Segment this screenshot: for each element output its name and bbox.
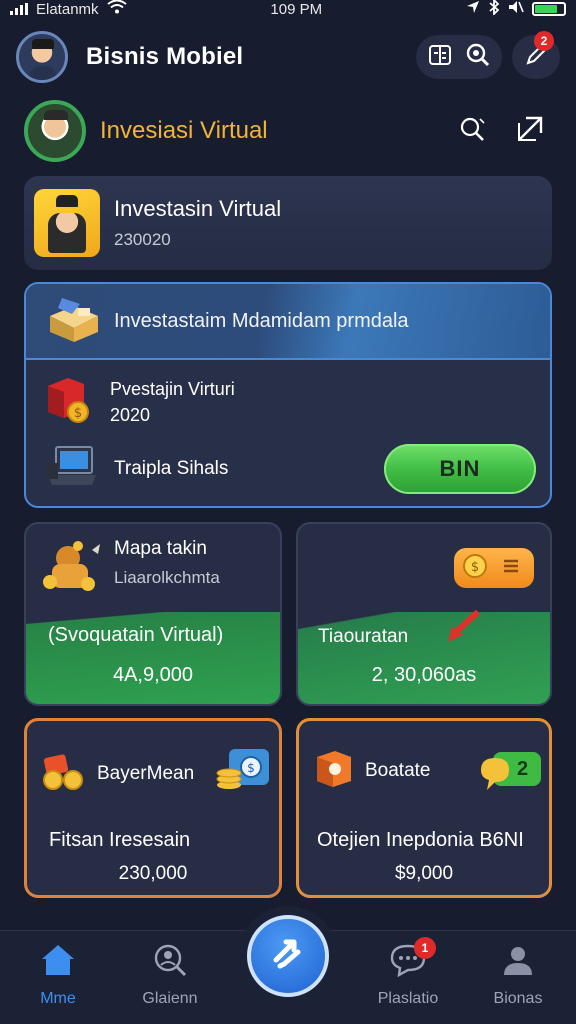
tile-payer[interactable]: BayerMean $ Fitsan Iresesain 230,000	[24, 718, 282, 898]
nav-badge: 1	[414, 937, 436, 959]
section-header: Invesiasi Virtual	[24, 98, 552, 164]
chat-badge-icon: 2	[479, 750, 543, 792]
menu-lines-icon	[498, 558, 520, 579]
nav-profile[interactable]: Bionas	[468, 943, 568, 1008]
arrow-up-right-icon[interactable]	[516, 115, 544, 148]
row-year: 2020	[110, 404, 151, 425]
briefcase-icon	[44, 294, 102, 349]
wifi-icon	[106, 0, 127, 18]
header-actions: 2	[416, 31, 560, 79]
tile-value: 4А,9,000	[112, 664, 194, 686]
coins-stack-icon	[41, 750, 87, 797]
tile-label: Tiaouratan	[318, 626, 409, 647]
svg-text:$: $	[74, 406, 82, 421]
app-title: Bisnis Mobiel	[86, 43, 244, 70]
investor-thumbnail	[34, 189, 100, 257]
tile-subtitle: Liaarolkchmta	[114, 568, 220, 587]
avatar[interactable]	[16, 31, 68, 83]
search-icon[interactable]	[458, 115, 486, 148]
signals-row: Traipla Sihals BIN	[26, 443, 550, 494]
tile-label: (Svoquatain Virtual)	[48, 624, 224, 646]
tile-portfolio[interactable]: Mapa takin Liaarolkchmta (Svoquatain Vir…	[24, 522, 282, 706]
tile-value: $9,000	[394, 863, 454, 884]
section-title: Invesiasi Virtual	[100, 117, 268, 144]
app-header: Bisnis Mobiel 2	[16, 28, 560, 86]
search-button[interactable]	[454, 35, 502, 79]
coin-icon: $	[462, 553, 488, 584]
red-arrow-icon	[444, 609, 481, 649]
row-label: Traipla Sihals	[114, 457, 229, 479]
coin-card-icon: $	[215, 747, 271, 800]
edit-button[interactable]: 2	[512, 31, 560, 79]
nav-home[interactable]: Mme	[8, 943, 108, 1008]
nav-label: Mme	[40, 990, 76, 1007]
calculator-icon	[428, 44, 452, 71]
tile-title: Mapa takin	[114, 538, 207, 559]
search-icon	[465, 42, 491, 73]
coin-toggle[interactable]: $	[454, 548, 534, 588]
row-title: Pvestajin Virturi	[110, 378, 235, 399]
clock: 109 PM	[270, 0, 323, 18]
tile-label: Otejien Inepdonia B6NI	[317, 829, 524, 851]
swap-arrows-icon	[268, 934, 308, 979]
location-icon	[466, 0, 480, 18]
money-bag-icon	[38, 538, 104, 597]
tile-title: Boatate	[365, 759, 431, 781]
tile-value: 230,000	[118, 863, 188, 884]
virtual-investment-card[interactable]: Investasin Virtual 230020	[24, 176, 552, 270]
panel-banner[interactable]: Investastaim Mdamidam prmdala	[26, 284, 550, 360]
tile-label: Fitsan Iresesain	[49, 829, 191, 851]
bin-button[interactable]: BIN	[384, 443, 536, 494]
cube-coin-icon: $	[44, 374, 94, 429]
search-person-icon	[152, 943, 188, 982]
user-icon	[500, 943, 536, 982]
tile-transactions[interactable]: $ Tiaouratan 2, 30,060аs	[296, 522, 552, 706]
bluetooth-icon	[488, 0, 500, 19]
investment-row[interactable]: $ Pvestajin Virturi 2020	[26, 374, 550, 429]
center-action-button[interactable]	[247, 915, 329, 997]
banner-title: Investastaim Mdamidam prmdala	[114, 309, 409, 332]
home-icon	[40, 943, 76, 982]
notification-badge: 2	[534, 31, 554, 51]
svg-text:$: $	[247, 761, 255, 775]
nav-label: Glaienn	[142, 990, 198, 1007]
nav-label: Plaslatio	[377, 990, 439, 1007]
tile-boost[interactable]: Boatate 2 Otejien Inepdonia B6NI $9,000	[296, 718, 552, 898]
profile-avatar[interactable]	[24, 100, 86, 162]
card-title: Investasin Virtual	[114, 196, 282, 221]
tile-value: 2, 30,060аs	[371, 664, 477, 686]
fab-container	[238, 906, 338, 1006]
battery-icon	[531, 2, 566, 16]
tile-title: BayerMean	[97, 762, 195, 784]
computer-icon	[44, 443, 100, 494]
svg-text:$: $	[471, 560, 479, 575]
card-value: 230020	[114, 230, 171, 249]
status-bar: Elatanmk 109 PM	[0, 0, 576, 18]
nav-messages[interactable]: 1 Plaslatio	[358, 937, 458, 1008]
badge-count: 2	[517, 757, 529, 780]
mute-icon	[508, 0, 524, 18]
signal-icon	[10, 3, 28, 15]
nav-label: Bionas	[493, 990, 543, 1007]
nav-search[interactable]: Glaienn	[120, 943, 220, 1008]
gift-box-icon	[313, 747, 355, 794]
carrier-name: Elatanmk	[36, 0, 99, 18]
investment-panel: Investastaim Mdamidam prmdala $ Pvestaji…	[24, 282, 552, 508]
